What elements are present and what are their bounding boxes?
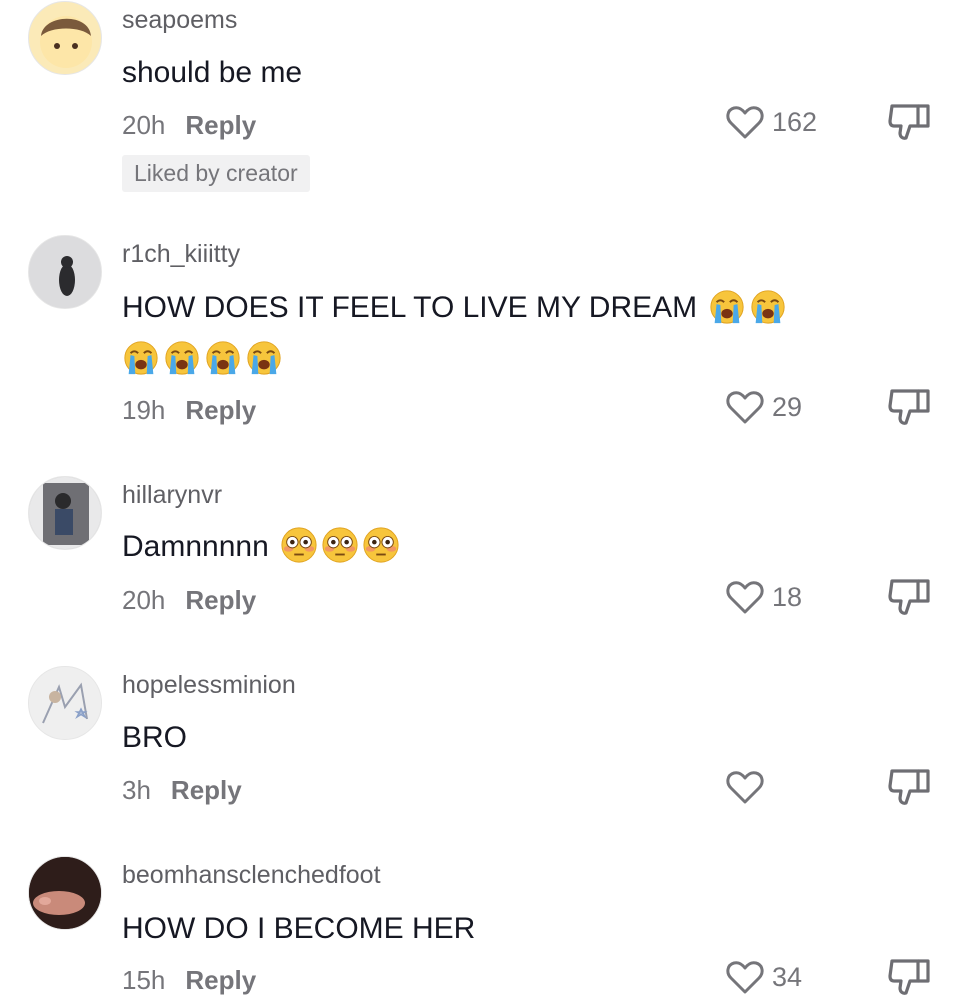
- reply-button[interactable]: Reply: [185, 965, 256, 995]
- comment-username[interactable]: beomhansclenchedfoot: [122, 861, 381, 890]
- avatar[interactable]: [28, 235, 102, 309]
- avatar[interactable]: [28, 666, 102, 740]
- reply-button[interactable]: Reply: [171, 775, 242, 805]
- reply-button[interactable]: Reply: [185, 585, 256, 615]
- liked-by-creator-badge: Liked by creator: [122, 155, 310, 192]
- crying-face-emoji: [749, 287, 787, 325]
- comment-meta: 15h Reply: [122, 965, 256, 996]
- dislike-button[interactable]: [886, 767, 932, 807]
- comment-text-content: should be me: [122, 56, 303, 89]
- comment-text: Damnnnnn: [122, 521, 400, 573]
- crying-face-emoji: [708, 287, 746, 325]
- like-count: 29: [772, 391, 803, 422]
- comment-username[interactable]: r1ch_kiiitty: [122, 240, 240, 269]
- crying-face-emoji: [204, 338, 242, 376]
- comment-time: 20h: [122, 110, 166, 140]
- crying-face-emoji: [245, 338, 283, 376]
- reply-button[interactable]: Reply: [185, 110, 256, 140]
- heart-outline-icon: [724, 577, 766, 617]
- comment-text-content: Damnnnnn: [122, 530, 269, 563]
- heart-outline-icon: [724, 387, 766, 427]
- comment-time: 3h: [122, 775, 151, 805]
- comment-text: BRO: [122, 712, 187, 764]
- comment-text-content: HOW DOES IT FEEL TO LIVE MY DREAM: [122, 291, 698, 324]
- like-count: 18: [772, 581, 803, 612]
- flushed-face-emoji: [280, 526, 318, 564]
- thumbs-down-icon: [886, 577, 932, 617]
- crying-face-emoji: [122, 338, 160, 376]
- comment-text-content: HOW DO I BECOME HER: [122, 912, 476, 945]
- dislike-button[interactable]: [886, 957, 932, 997]
- heart-outline-icon: [724, 767, 766, 807]
- like-count: 162: [772, 106, 818, 137]
- like-button[interactable]: [724, 767, 772, 807]
- flushed-face-emoji: [362, 526, 400, 564]
- like-button[interactable]: 162: [724, 102, 817, 142]
- comment-username[interactable]: seapoems: [122, 6, 237, 35]
- comment-time: 20h: [122, 585, 166, 615]
- comment-meta: 3h Reply: [122, 775, 242, 806]
- reply-button[interactable]: Reply: [185, 395, 256, 425]
- comment-text: should be me: [122, 47, 302, 99]
- crying-face-emoji: [163, 338, 201, 376]
- dislike-button[interactable]: [886, 102, 932, 142]
- comment-item: seapoems should be me 20h Reply Liked by …: [0, 0, 960, 200]
- like-count: 34: [772, 961, 803, 992]
- comment-text-content: BRO: [122, 721, 188, 754]
- dislike-button[interactable]: [886, 577, 932, 617]
- comment-text-emoji-line: [119, 333, 283, 385]
- like-button[interactable]: 29: [724, 387, 802, 427]
- dislike-button[interactable]: [886, 387, 932, 427]
- heart-outline-icon: [724, 957, 766, 997]
- comment-meta: 20h Reply: [122, 585, 256, 616]
- comment-text: HOW DOES IT FEEL TO LIVE MY DREAM: [122, 282, 787, 334]
- thumbs-down-icon: [886, 957, 932, 997]
- like-button[interactable]: 34: [724, 957, 802, 997]
- like-button[interactable]: 18: [724, 577, 802, 617]
- comment-meta: 20h Reply: [122, 110, 256, 141]
- comment-time: 15h: [122, 965, 166, 995]
- flushed-face-emoji: [321, 526, 359, 564]
- thumbs-down-icon: [886, 387, 932, 427]
- thumbs-down-icon: [886, 102, 932, 142]
- heart-outline-icon: [724, 102, 766, 142]
- avatar[interactable]: [28, 1, 102, 75]
- comment-meta: 19h Reply: [122, 395, 256, 426]
- comment-time: 19h: [122, 395, 166, 425]
- comment-username[interactable]: hopelessminion: [122, 671, 296, 700]
- avatar[interactable]: [28, 856, 102, 930]
- comment-username[interactable]: hillarynvr: [122, 481, 222, 510]
- comment-text: HOW DO I BECOME HER: [122, 903, 475, 955]
- avatar[interactable]: [28, 476, 102, 550]
- thumbs-down-icon: [886, 767, 932, 807]
